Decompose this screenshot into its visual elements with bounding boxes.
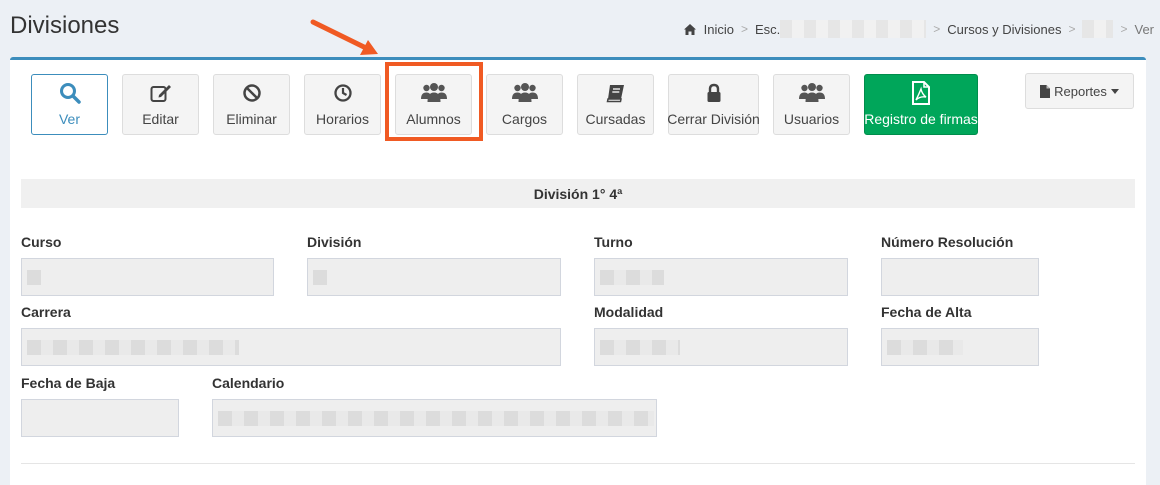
divider: [21, 463, 1135, 464]
ver-button-label: Ver: [58, 111, 80, 127]
usuarios-button-label: Usuarios: [783, 111, 840, 127]
alumnos-button-label: Alumnos: [406, 111, 461, 127]
redacted-text: [780, 20, 927, 38]
breadcrumb-inicio-link[interactable]: Inicio: [704, 22, 734, 37]
curso-field: [21, 258, 274, 296]
arrow-icon: [310, 19, 378, 55]
redacted-value: [600, 269, 664, 285]
breadcrumb: Inicio > Esc. > Cursos y Divisiones > > …: [683, 20, 1154, 38]
redacted-value: [27, 339, 239, 355]
page-title: Divisiones: [10, 12, 120, 39]
edit-icon: [150, 81, 172, 105]
section-header: División 1° 4ª: [21, 179, 1135, 208]
breadcrumb-current: Ver: [1134, 21, 1154, 37]
file-pdf-icon: [911, 81, 931, 105]
redacted-text: [1082, 20, 1114, 38]
redacted-value: [600, 339, 680, 355]
breadcrumb-cursos-link[interactable]: Cursos y Divisiones: [947, 22, 1061, 37]
cargos-button[interactable]: Cargos: [486, 74, 563, 135]
carrera-label: Carrera: [21, 304, 71, 320]
horarios-button[interactable]: Horarios: [304, 74, 381, 135]
calendario-label: Calendario: [212, 375, 285, 391]
fecha-baja-label: Fecha de Baja: [21, 375, 116, 391]
fecha-alta-field: [881, 328, 1039, 366]
turno-field: [594, 258, 848, 296]
division-box: Ver Editar Eliminar Horarios Alumnos Car…: [10, 57, 1146, 485]
breadcrumb-escuela-link[interactable]: Esc.: [755, 22, 780, 37]
caret-down-icon: [1110, 88, 1119, 94]
horarios-button-label: Horarios: [316, 111, 369, 127]
cerrar-division-button-label: Cerrar División: [667, 111, 760, 127]
ban-icon: [242, 81, 262, 105]
eliminar-button[interactable]: Eliminar: [213, 74, 290, 135]
users-icon: [511, 81, 538, 105]
alumnos-button[interactable]: Alumnos: [395, 74, 472, 135]
registro-firmas-button-label: Registro de firmas: [864, 111, 978, 127]
cursadas-button-label: Cursadas: [585, 111, 646, 127]
cursadas-button[interactable]: Cursadas: [577, 74, 654, 135]
curso-label: Curso: [21, 234, 62, 250]
cerrar-division-button[interactable]: Cerrar División: [667, 74, 760, 135]
redacted-value: [27, 269, 41, 285]
editar-button[interactable]: Editar: [122, 74, 199, 135]
cargos-button-label: Cargos: [501, 111, 548, 127]
breadcrumb-separator: >: [933, 22, 941, 36]
numero-resolucion-field: [881, 258, 1039, 296]
usuarios-button[interactable]: Usuarios: [773, 74, 850, 135]
redacted-value: [218, 410, 654, 426]
modalidad-field: [594, 328, 848, 366]
lock-icon: [706, 81, 722, 105]
users-icon: [798, 81, 825, 105]
clock-icon: [333, 81, 353, 105]
carrera-field: [21, 328, 561, 366]
calendario-field: [212, 399, 657, 437]
fecha-baja-field: [21, 399, 179, 437]
ver-button[interactable]: Ver: [31, 74, 108, 135]
redacted-value: [887, 339, 963, 355]
book-icon: [606, 81, 626, 105]
breadcrumb-separator: >: [740, 22, 748, 36]
registro-firmas-button[interactable]: Registro de firmas: [864, 74, 978, 135]
turno-label: Turno: [594, 234, 633, 250]
breadcrumb-separator: >: [1068, 22, 1076, 36]
numero-resolucion-label: Número Resolución: [881, 234, 1014, 250]
reportes-label: Reportes: [1054, 83, 1107, 99]
file-icon: [1040, 84, 1051, 98]
breadcrumb-separator: >: [1120, 22, 1128, 36]
users-icon: [420, 81, 447, 105]
search-icon: [59, 81, 81, 105]
redacted-value: [313, 269, 327, 285]
editar-button-label: Editar: [142, 111, 179, 127]
reportes-dropdown-button[interactable]: Reportes: [1025, 73, 1134, 109]
modalidad-label: Modalidad: [594, 304, 664, 320]
eliminar-button-label: Eliminar: [226, 111, 277, 127]
fecha-alta-label: Fecha de Alta: [881, 304, 972, 320]
home-icon: [683, 23, 696, 35]
division-label: División: [307, 234, 362, 250]
division-field: [307, 258, 561, 296]
